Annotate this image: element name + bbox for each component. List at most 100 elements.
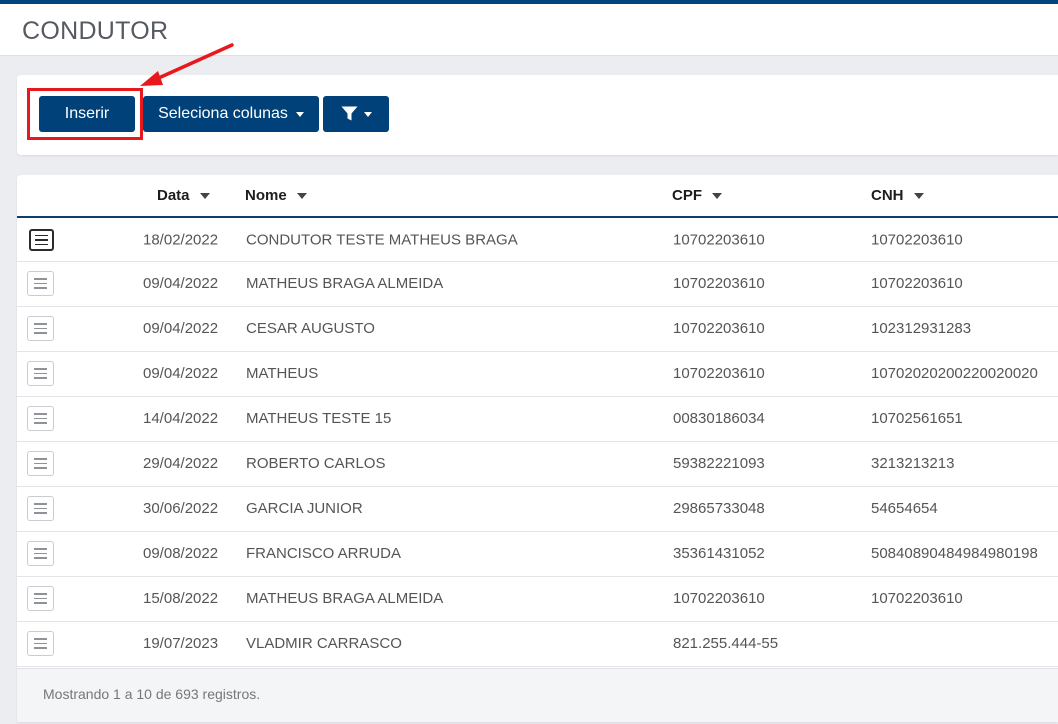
menu-line-icon — [34, 638, 47, 640]
cell-nome: VLADMIR CARRASCO — [246, 635, 402, 652]
row-menu-button[interactable] — [29, 229, 54, 251]
menu-line-icon — [34, 332, 47, 334]
cell-cnh: 102312931283 — [871, 320, 972, 337]
cell-cnh: 10702203610 — [871, 275, 963, 292]
cell-data: 29/04/2022 — [143, 455, 219, 472]
sort-caret-icon — [913, 192, 924, 199]
select-columns-button[interactable]: Seleciona colunas — [143, 96, 319, 132]
cell-data: 15/08/2022 — [143, 590, 219, 607]
row-menu-button[interactable] — [27, 406, 54, 431]
table-row: 15/08/2022 MATHEUS BRAGA ALMEIDA 1070220… — [17, 577, 1058, 622]
cell-cpf: 821.255.444-55 — [673, 635, 779, 652]
cell-cnh: 10702020200220020020 — [871, 365, 1038, 382]
sort-caret-icon — [296, 192, 307, 199]
menu-line-icon — [34, 323, 47, 325]
cell-data: 09/04/2022 — [143, 365, 219, 382]
insert-button-label: Inserir — [64, 105, 110, 122]
cell-data: 19/07/2023 — [143, 635, 219, 652]
menu-line-icon — [34, 552, 47, 555]
row-menu-button[interactable] — [27, 496, 54, 521]
menu-line-icon — [34, 368, 47, 370]
cell-cpf: 29865733048 — [673, 500, 765, 517]
menu-line-icon — [34, 458, 47, 460]
records-info: Mostrando 1 a 10 de 693 registros. — [43, 686, 261, 702]
menu-line-icon — [34, 467, 47, 469]
page-title: CONDUTOR — [22, 17, 169, 45]
table-footer: Mostrando 1 a 10 de 693 registros. — [17, 668, 1058, 722]
row-menu-button[interactable] — [27, 316, 54, 341]
cell-data: 18/02/2022 — [143, 231, 219, 249]
column-header-label: CPF — [672, 187, 702, 204]
menu-line-icon — [34, 548, 47, 550]
cell-cnh: 10702203610 — [871, 231, 963, 249]
table-row: 18/02/2022 CONDUTOR TESTE MATHEUS BRAGA … — [17, 218, 1058, 262]
column-header-label: CNH — [871, 187, 904, 204]
row-menu-button[interactable] — [27, 451, 54, 476]
column-header-label: Data — [157, 187, 190, 204]
table-row: 09/08/2022 FRANCISCO ARRUDA 35361431052 … — [17, 532, 1058, 577]
menu-line-icon — [34, 512, 47, 514]
menu-line-icon — [34, 278, 47, 280]
cell-data: 09/04/2022 — [143, 320, 219, 337]
table-row: 30/06/2022 GARCIA JUNIOR 29865733048 546… — [17, 487, 1058, 532]
cell-cnh: 50840890484984980198 — [871, 545, 1038, 562]
cell-data: 09/08/2022 — [143, 545, 219, 562]
cell-cpf: 10702203610 — [673, 365, 765, 382]
table-header: Data Nome CPF CNH — [17, 175, 1058, 218]
filter-dropdown-button[interactable] — [323, 96, 389, 132]
table-row: 09/04/2022 MATHEUS 10702203610 107020202… — [17, 352, 1058, 397]
row-menu-button[interactable] — [27, 541, 54, 566]
table-row: 29/04/2022 ROBERTO CARLOS 59382221093 32… — [17, 442, 1058, 487]
menu-line-icon — [34, 647, 47, 649]
menu-line-icon — [35, 243, 48, 246]
cell-nome: CONDUTOR TESTE MATHEUS BRAGA — [246, 231, 518, 249]
menu-line-icon — [34, 503, 47, 505]
menu-line-icon — [34, 557, 47, 559]
row-menu-button[interactable] — [27, 631, 54, 656]
menu-line-icon — [34, 413, 47, 415]
toolbar: Inserir Seleciona colunas — [17, 75, 1058, 155]
cell-cnh: 10702561651 — [871, 410, 963, 427]
menu-line-icon — [34, 327, 47, 330]
row-menu-button[interactable] — [27, 586, 54, 611]
row-menu-button[interactable] — [27, 361, 54, 386]
insert-button[interactable]: Inserir — [39, 96, 135, 132]
cell-nome: MATHEUS BRAGA ALMEIDA — [246, 590, 444, 607]
column-header-data[interactable]: Data — [157, 187, 210, 204]
column-header-nome[interactable]: Nome — [245, 187, 307, 204]
cell-data: 09/04/2022 — [143, 275, 219, 292]
menu-line-icon — [34, 507, 47, 510]
menu-line-icon — [35, 239, 48, 241]
menu-line-icon — [34, 282, 47, 285]
menu-line-icon — [35, 234, 48, 237]
cell-nome: MATHEUS — [246, 365, 319, 382]
sort-caret-icon — [199, 192, 210, 199]
cell-nome: MATHEUS BRAGA ALMEIDA — [246, 275, 444, 292]
menu-line-icon — [34, 422, 47, 424]
cell-cpf: 00830186034 — [673, 410, 765, 427]
cell-cnh: 10702203610 — [871, 590, 963, 607]
column-header-cpf[interactable]: CPF — [672, 187, 722, 204]
row-menu-button[interactable] — [27, 271, 54, 296]
cell-cpf: 35361431052 — [673, 545, 765, 562]
cell-nome: GARCIA JUNIOR — [246, 500, 363, 517]
cell-nome: MATHEUS TESTE 15 — [246, 410, 392, 427]
menu-line-icon — [34, 372, 47, 375]
chevron-down-icon — [363, 111, 372, 117]
menu-line-icon — [34, 602, 47, 604]
column-header-cnh[interactable]: CNH — [871, 187, 924, 204]
cell-nome: ROBERTO CARLOS — [246, 455, 386, 472]
menu-line-icon — [34, 642, 47, 645]
cell-cpf: 10702203610 — [673, 231, 765, 249]
chevron-down-icon — [295, 111, 304, 117]
menu-line-icon — [34, 287, 47, 289]
cell-nome: CESAR AUGUSTO — [246, 320, 375, 337]
table-body: 18/02/2022 CONDUTOR TESTE MATHEUS BRAGA … — [17, 218, 1058, 667]
table-row: 09/04/2022 MATHEUS BRAGA ALMEIDA 1070220… — [17, 262, 1058, 307]
menu-line-icon — [34, 462, 47, 465]
cell-cpf: 10702203610 — [673, 590, 765, 607]
menu-line-icon — [34, 593, 47, 595]
page-header: CONDUTOR — [0, 4, 1058, 56]
cell-cpf: 10702203610 — [673, 320, 765, 337]
cell-cnh: 3213213213 — [871, 455, 955, 472]
